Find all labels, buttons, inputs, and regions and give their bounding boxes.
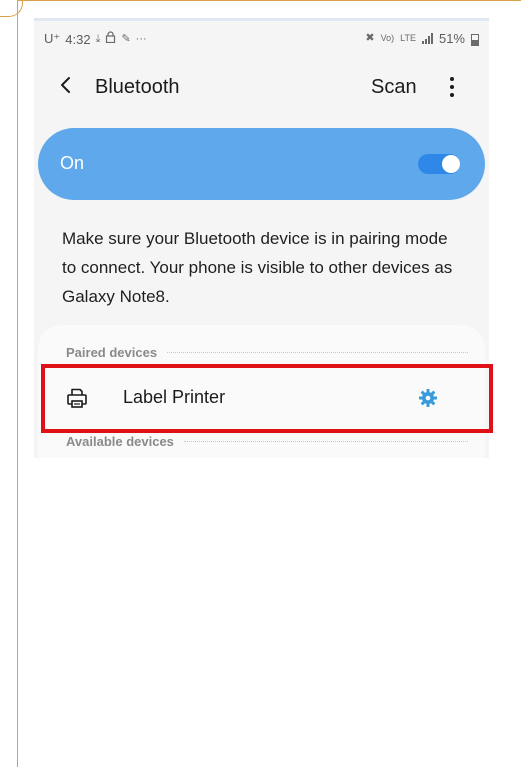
bluetooth-state-label: On: [60, 153, 85, 173]
section-divider: [167, 351, 468, 353]
status-time: 4:32: [65, 31, 91, 47]
lock-icon: [105, 31, 116, 47]
frame-border-left: [17, 0, 18, 767]
pairing-description: Make sure your Bluetooth device is in pa…: [62, 229, 453, 306]
download-icon: ⤓: [95, 32, 101, 45]
switch-knob: [442, 155, 460, 173]
bluetooth-switch[interactable]: [418, 154, 460, 174]
frame-corner: [0, 0, 23, 17]
carrier-label: U⁺: [44, 31, 61, 46]
battery-icon: [471, 33, 479, 46]
scan-button[interactable]: Scan: [371, 76, 417, 99]
section-divider: [183, 440, 468, 442]
battery-percent: 51%: [438, 31, 465, 46]
app-header: Bluetooth Scan: [34, 60, 489, 114]
page-title: Bluetooth: [95, 76, 180, 98]
signal-icon: [421, 33, 433, 44]
status-right: ✖ Vo) LTE 51%: [365, 31, 479, 46]
more-vertical-icon[interactable]: [444, 75, 460, 99]
status-left: U⁺ 4:32 ⤓ ✎ ···: [44, 31, 147, 47]
highlight-box: [41, 364, 493, 433]
more-notifications-icon: ···: [135, 32, 147, 45]
available-devices-header: Available devices: [66, 432, 468, 450]
available-devices-title: Available devices: [66, 433, 174, 449]
paired-devices-header: Paired devices: [66, 343, 468, 361]
status-bar: U⁺ 4:32 ⤓ ✎ ··· ✖ Vo) LTE 51%: [34, 18, 489, 60]
frame-border-top: [17, 0, 521, 1]
chevron-left-icon[interactable]: [56, 74, 76, 96]
mute-icon: ✖: [365, 32, 375, 44]
lte-icon: LTE: [400, 33, 416, 43]
pen-icon: ✎: [121, 32, 131, 45]
bluetooth-toggle-card[interactable]: On: [38, 128, 485, 200]
paired-devices-title: Paired devices: [66, 344, 158, 360]
volte-icon: Vo): [380, 33, 395, 43]
